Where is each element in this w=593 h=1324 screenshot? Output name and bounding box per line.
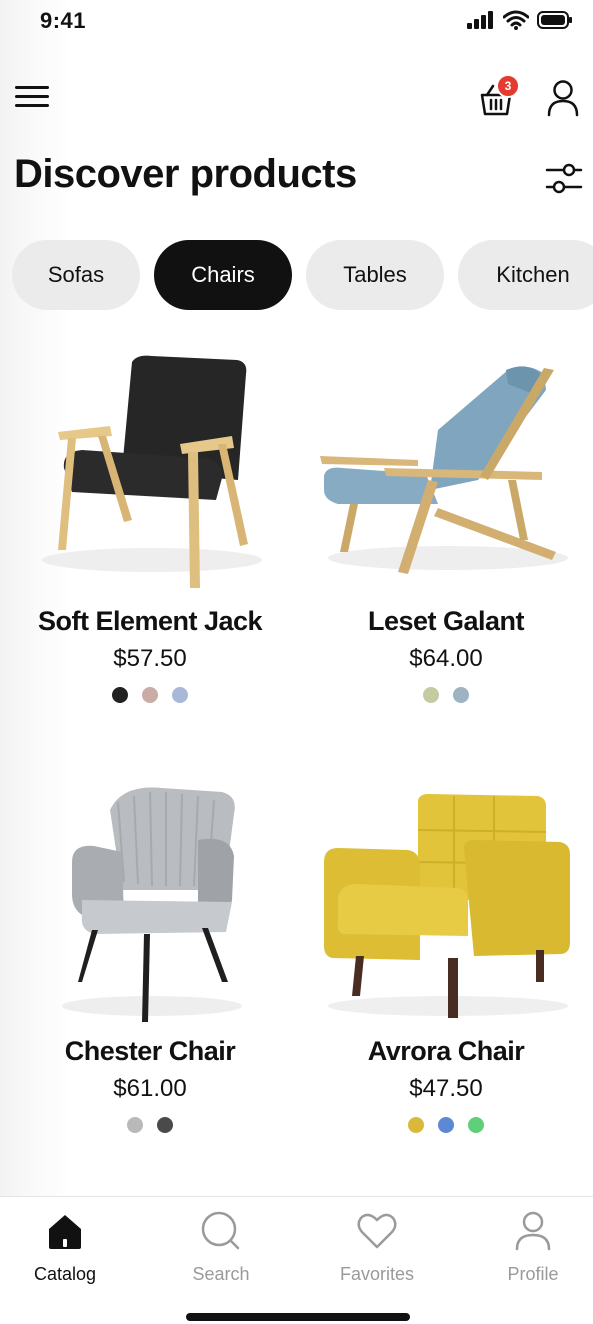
product-card[interactable]: Chester Chair $61.00	[2, 770, 298, 1133]
color-swatch[interactable]	[157, 1117, 173, 1133]
battery-icon	[537, 11, 572, 29]
search-icon	[201, 1211, 240, 1250]
product-card[interactable]: Avrora Chair $47.50	[298, 770, 593, 1133]
category-chips: Sofas Chairs Tables Kitchen	[12, 240, 593, 310]
page-title: Discover products	[14, 152, 357, 196]
chip-kitchen[interactable]: Kitchen	[458, 240, 593, 310]
color-options	[298, 687, 593, 703]
color-swatch[interactable]	[438, 1117, 454, 1133]
armchair-black-image	[42, 355, 262, 588]
color-swatch[interactable]	[423, 687, 439, 703]
product-price: $47.50	[409, 1075, 483, 1102]
profile-button[interactable]	[546, 78, 580, 118]
product-card[interactable]: Soft Element Jack $57.50	[2, 340, 298, 703]
filter-button[interactable]	[544, 160, 584, 196]
product-price: $57.50	[113, 645, 187, 672]
nav-label: Favorites	[339, 1264, 415, 1284]
nav-label: Catalog	[33, 1264, 97, 1284]
sliders-icon	[545, 163, 583, 194]
menu-button[interactable]	[14, 82, 52, 112]
nav-search[interactable]: Search	[161, 1211, 281, 1285]
status-time: 9:41	[40, 8, 87, 33]
product-image	[2, 340, 298, 600]
color-swatch[interactable]	[172, 687, 188, 703]
nav-label: Profile	[507, 1264, 559, 1284]
product-image	[2, 770, 298, 1030]
user-icon	[515, 1211, 551, 1251]
user-icon	[547, 80, 579, 117]
product-name: Avrora Chair	[367, 1036, 525, 1066]
product-price: $64.00	[409, 645, 483, 672]
nav-label: Search	[192, 1264, 250, 1284]
product-image	[298, 340, 593, 600]
color-swatch[interactable]	[142, 687, 158, 703]
color-swatch[interactable]	[453, 687, 469, 703]
wifi-icon	[503, 10, 529, 30]
home-icon	[49, 1215, 81, 1249]
nav-favorites[interactable]: Favorites	[317, 1211, 437, 1285]
product-image	[298, 770, 593, 1030]
nav-catalog[interactable]: Catalog	[5, 1211, 125, 1285]
color-options	[298, 1117, 593, 1133]
chip-sofas[interactable]: Sofas	[12, 240, 140, 310]
chip-chairs[interactable]: Chairs	[154, 240, 292, 310]
color-swatch[interactable]	[468, 1117, 484, 1133]
product-price: $61.00	[113, 1075, 187, 1102]
cart-badge: 3	[496, 74, 520, 98]
product-name: Soft Element Jack	[37, 606, 263, 636]
menu-icon	[15, 86, 49, 107]
bottom-nav: Catalog Search Favorites Profile	[0, 1196, 593, 1324]
color-options	[2, 1117, 298, 1133]
home-indicator	[186, 1313, 410, 1321]
color-options	[2, 687, 298, 703]
armchair-yellow-image	[324, 794, 570, 1018]
nav-profile[interactable]: Profile	[473, 1211, 593, 1285]
color-swatch[interactable]	[112, 687, 128, 703]
lounge-chair-blue-image	[320, 366, 568, 574]
dining-chair-grey-image	[62, 787, 242, 1022]
product-name: Chester Chair	[64, 1036, 236, 1066]
color-swatch[interactable]	[127, 1117, 143, 1133]
product-card[interactable]: Leset Galant $64.00	[298, 340, 593, 703]
heart-icon	[357, 1213, 397, 1249]
signal-icon	[467, 11, 493, 29]
product-name: Leset Galant	[367, 606, 525, 636]
chip-tables[interactable]: Tables	[306, 240, 444, 310]
cart-button[interactable]: 3	[478, 74, 520, 118]
color-swatch[interactable]	[408, 1117, 424, 1133]
status-icons	[467, 10, 573, 30]
